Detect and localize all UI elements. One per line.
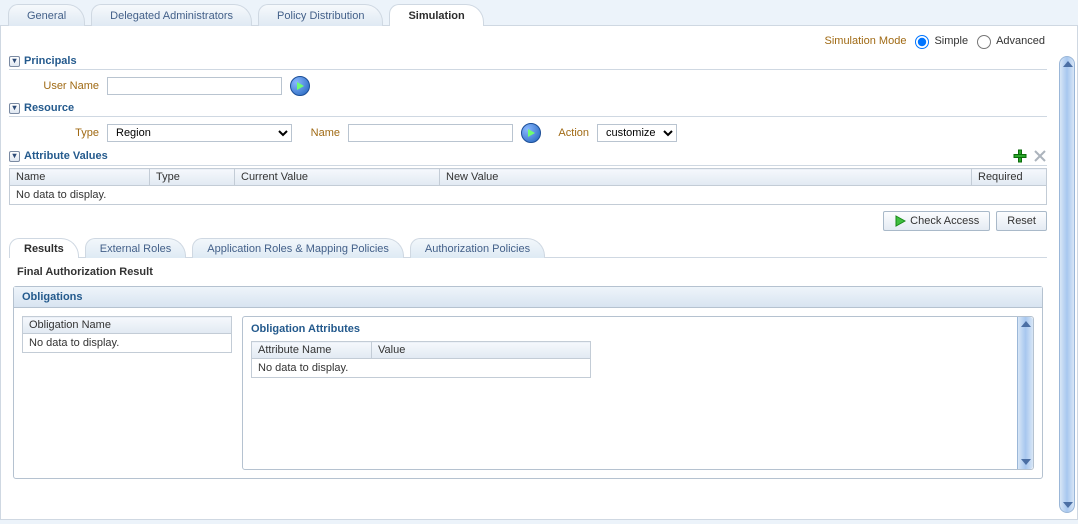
col-required[interactable]: Required xyxy=(972,169,1047,186)
simulation-panel: Simulation Mode Simple Advanced ▾ Princi… xyxy=(0,26,1078,520)
play-icon xyxy=(894,215,906,227)
action-buttons: Check Access Reset xyxy=(9,211,1047,231)
simmode-simple[interactable]: Simple xyxy=(910,32,968,49)
resource-name-label: Name xyxy=(300,127,340,139)
add-row-icon[interactable] xyxy=(1013,149,1027,163)
tab-simulation[interactable]: Simulation xyxy=(389,4,483,26)
obligation-attr-scrollbar[interactable] xyxy=(1017,317,1033,469)
resource-title: Resource xyxy=(24,102,74,114)
simmode-simple-radio[interactable] xyxy=(915,35,929,49)
attrvals-disclose-icon[interactable]: ▾ xyxy=(9,151,20,162)
simulation-mode-label: Simulation Mode xyxy=(825,35,907,47)
simulation-frame: General Delegated Administrators Policy … xyxy=(0,0,1078,524)
subtab-authz-policies[interactable]: Authorization Policies xyxy=(410,238,545,258)
check-access-button[interactable]: Check Access xyxy=(883,211,990,231)
attrvals-title: Attribute Values xyxy=(24,150,108,162)
obligations-box: Obligations Obligation Name No data to d… xyxy=(13,286,1043,479)
obligation-list: Obligation Name No data to display. xyxy=(22,316,232,470)
resource-disclose-icon[interactable]: ▾ xyxy=(9,103,20,114)
resource-name-input[interactable] xyxy=(348,124,513,142)
col-type[interactable]: Type xyxy=(150,169,235,186)
attrvals-nodata: No data to display. xyxy=(10,186,1047,205)
reset-button[interactable]: Reset xyxy=(996,211,1047,231)
attr-value-col[interactable]: Value xyxy=(372,342,591,359)
reset-label: Reset xyxy=(1007,215,1036,227)
col-name[interactable]: Name xyxy=(10,169,150,186)
resource-name-search-icon[interactable] xyxy=(521,123,541,143)
attr-name-col[interactable]: Attribute Name xyxy=(252,342,372,359)
obligations-title: Obligations xyxy=(14,287,1042,308)
main-tab-bar: General Delegated Administrators Policy … xyxy=(0,0,1078,26)
obligation-attributes-title: Obligation Attributes xyxy=(243,317,1017,341)
obligation-attributes-box: Obligation Attributes Attribute Name Val… xyxy=(242,316,1034,470)
resource-action-select[interactable]: customize xyxy=(597,124,677,142)
simulation-mode-row: Simulation Mode Simple Advanced xyxy=(1,26,1055,53)
obl-nodata: No data to display. xyxy=(23,334,232,353)
username-label: User Name xyxy=(29,80,99,92)
panel-scrollbar[interactable] xyxy=(1059,56,1075,513)
attr-nodata: No data to display. xyxy=(252,359,591,378)
delete-row-icon[interactable] xyxy=(1033,149,1047,163)
tab-general[interactable]: General xyxy=(8,4,85,26)
username-search-icon[interactable] xyxy=(290,76,310,96)
simmode-advanced-radio[interactable] xyxy=(977,35,991,49)
subtab-app-roles[interactable]: Application Roles & Mapping Policies xyxy=(192,238,404,258)
resource-action-label: Action xyxy=(549,127,589,139)
col-current[interactable]: Current Value xyxy=(235,169,440,186)
col-new[interactable]: New Value xyxy=(440,169,972,186)
tab-delegated-admins[interactable]: Delegated Administrators xyxy=(91,4,252,26)
principals-title: Principals xyxy=(24,55,77,67)
principals-disclose-icon[interactable]: ▾ xyxy=(9,56,20,67)
attribute-values-section: ▾ Attribute Values Name xyxy=(9,149,1047,205)
resource-section: ▾ Resource Type Region Name Action custo… xyxy=(9,102,1047,143)
subtab-results[interactable]: Results xyxy=(9,238,79,258)
tab-policy-distribution[interactable]: Policy Distribution xyxy=(258,4,383,26)
check-access-label: Check Access xyxy=(910,215,979,227)
username-input[interactable] xyxy=(107,77,282,95)
resource-type-select[interactable]: Region xyxy=(107,124,292,142)
results-pane: Final Authorization Result Obligations O… xyxy=(13,266,1043,479)
principals-section: ▾ Principals User Name xyxy=(9,55,1047,96)
resource-type-label: Type xyxy=(29,127,99,139)
obl-name-col[interactable]: Obligation Name xyxy=(23,317,232,334)
simmode-advanced-text: Advanced xyxy=(996,35,1045,47)
subtab-external-roles[interactable]: External Roles xyxy=(85,238,187,258)
simmode-simple-text: Simple xyxy=(934,35,968,47)
final-result-heading: Final Authorization Result xyxy=(17,266,1039,278)
result-tab-bar: Results External Roles Application Roles… xyxy=(9,237,1047,258)
simmode-advanced[interactable]: Advanced xyxy=(972,32,1045,49)
attr-values-grid: Name Type Current Value New Value Requir… xyxy=(9,168,1047,205)
